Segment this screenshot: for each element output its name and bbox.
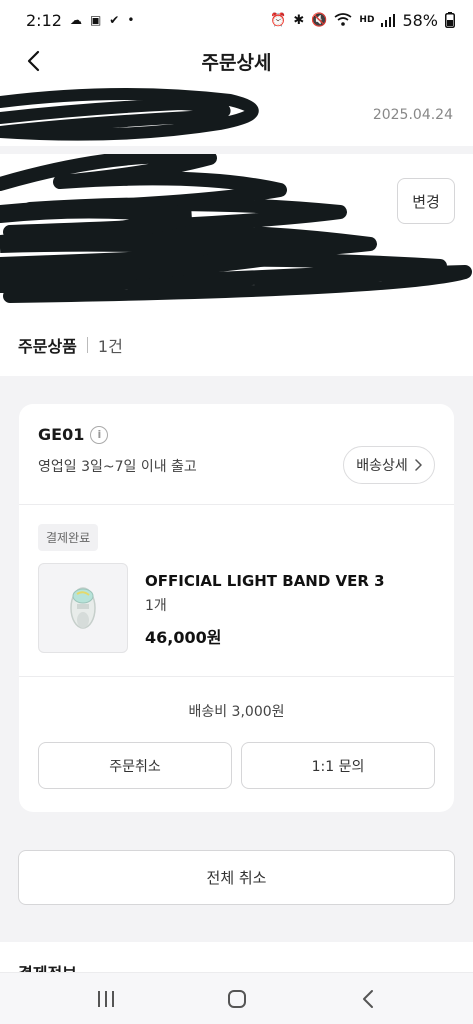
shipping-fee: 배송비 3,000원: [188, 704, 285, 720]
payment-title: 결제정보: [18, 960, 77, 972]
hd-voice-icon: HD: [359, 15, 375, 25]
product-name[interactable]: OFFICIAL LIGHT BAND VER 3: [145, 572, 385, 590]
order-items-header: 주문상품 1건: [0, 314, 473, 376]
signal-icon: [381, 13, 396, 27]
battery-icon: [445, 12, 455, 28]
light-band-icon: [70, 587, 96, 629]
divider: [19, 504, 454, 505]
back-button[interactable]: [18, 46, 48, 76]
divider: [86, 337, 88, 353]
status-bar: 2:12 ☁ ▣ ✔ • ⏰ ✱ 🔇 HD 58%: [0, 0, 473, 40]
address-section: 변경: [0, 154, 473, 314]
app-header: 주문상세: [0, 40, 473, 82]
chevron-left-icon: [27, 50, 40, 72]
change-address-button[interactable]: 변경: [397, 178, 455, 224]
chevron-right-icon: [415, 459, 422, 471]
page-title: 주문상세: [201, 51, 272, 74]
shipper-name: GE01 i: [38, 425, 109, 444]
inquiry-button[interactable]: 1:1 문의: [241, 742, 435, 789]
status-right: ⏰ ✱ 🔇 HD 58%: [270, 11, 455, 30]
home-button[interactable]: [217, 979, 257, 1019]
shipping-note: 영업일 3일~7일 이내 출고: [38, 459, 197, 475]
clock: 2:12: [26, 10, 62, 30]
wifi-icon: [334, 13, 352, 26]
payment-section: 결제정보: [0, 942, 473, 972]
product-image[interactable]: [38, 563, 128, 653]
cancel-order-button[interactable]: 주문취소: [38, 742, 232, 789]
alarm-icon: ⏰: [270, 12, 287, 28]
mute-icon: 🔇: [311, 12, 328, 28]
redaction-scribble: [0, 87, 259, 141]
recent-apps-icon: [97, 990, 114, 1007]
battery-level: 58%: [402, 10, 438, 30]
divider: [19, 676, 454, 677]
shipper-label: GE01: [38, 425, 85, 444]
product-price: 46,000원: [145, 628, 222, 647]
info-icon[interactable]: i: [90, 425, 109, 444]
shipping-detail-label: 배송상세: [356, 458, 408, 474]
status-left: 2:12 ☁ ▣ ✔ •: [26, 11, 134, 30]
home-icon: [227, 989, 246, 1008]
weather-icon: ☁: [69, 13, 82, 27]
back-nav-button[interactable]: [348, 979, 388, 1019]
system-nav-bar: [0, 972, 473, 1024]
status-badge: 결제완료: [38, 524, 99, 551]
back-nav-icon: [362, 989, 373, 1008]
product-quantity: 1개: [145, 598, 167, 614]
order-items-title: 주문상품: [18, 337, 77, 356]
check-icon: ✔: [109, 13, 120, 27]
dot-icon: •: [127, 13, 135, 27]
recent-apps-button[interactable]: [86, 979, 126, 1019]
order-card: GE01 i 영업일 3일~7일 이내 출고 배송상세 결제완료 OFFICIA…: [19, 404, 454, 812]
order-date: 2025.04.24: [372, 107, 453, 123]
bluetooth-icon: ✱: [293, 12, 305, 28]
calendar-icon: ▣: [89, 13, 102, 27]
shipping-detail-button[interactable]: 배송상세: [343, 446, 435, 484]
order-info-section: 2025.04.24: [0, 82, 473, 146]
cancel-all-button[interactable]: 전체 취소: [18, 850, 455, 905]
order-items-count: 1건: [97, 337, 123, 356]
